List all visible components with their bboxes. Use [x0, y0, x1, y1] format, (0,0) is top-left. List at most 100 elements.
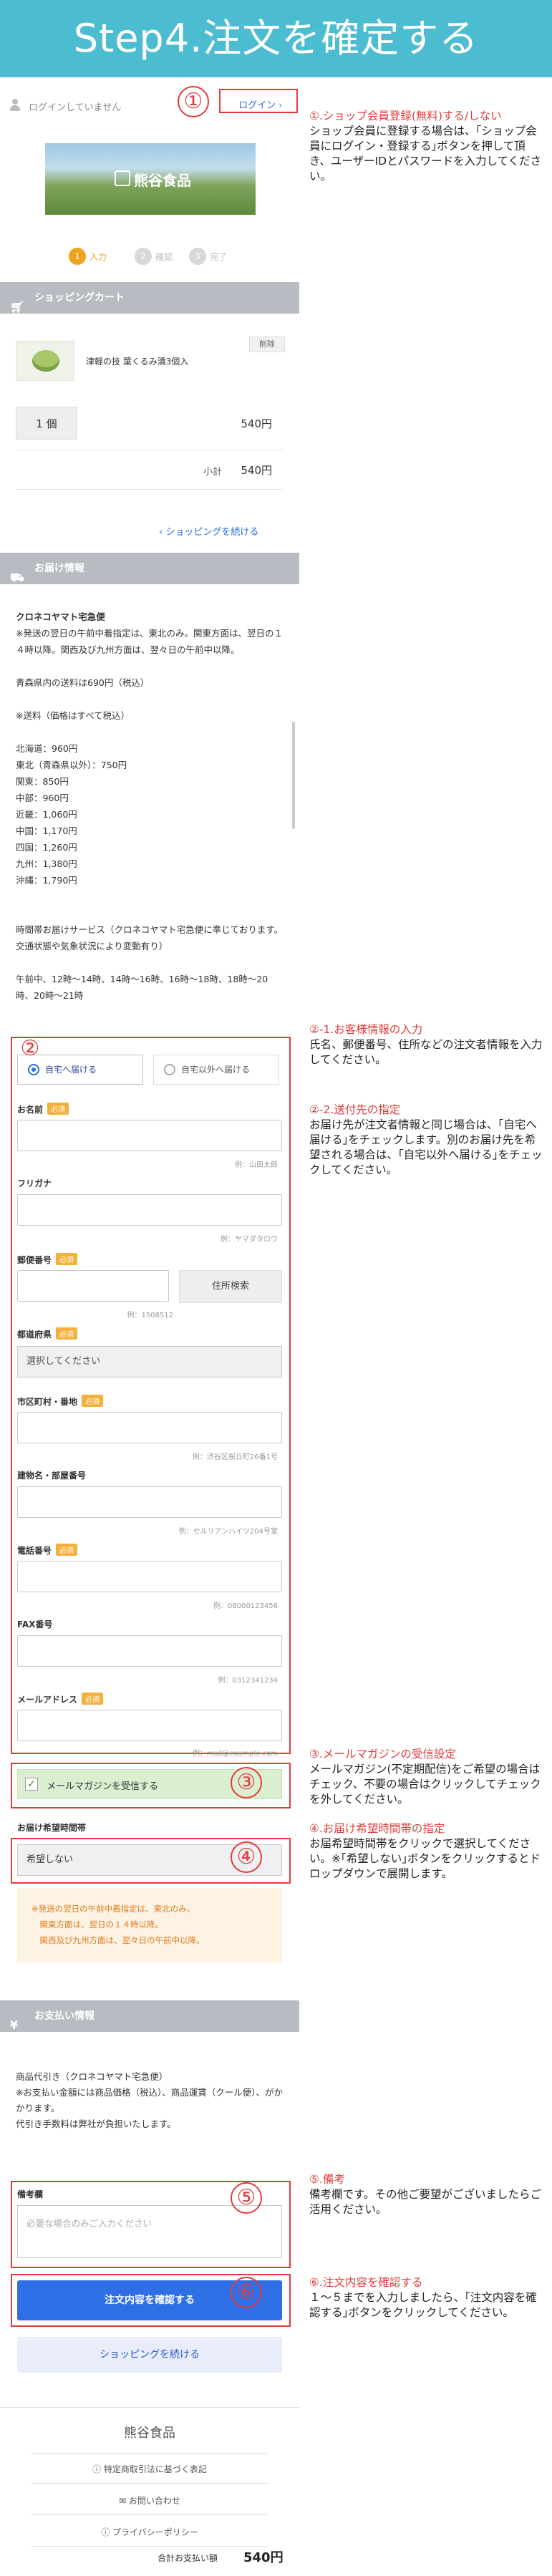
login-label: ログイン	[238, 100, 276, 111]
name-hint: 例：山田太郎	[235, 1161, 278, 1169]
address-search-button[interactable]: 住所検索	[179, 1270, 282, 1303]
city-label: 市区町村・番地 必須	[17, 1395, 104, 1408]
step-label: 完了	[210, 251, 228, 262]
radio-home[interactable]: 自宅へ届ける	[17, 1055, 143, 1085]
magazine-checkbox-row[interactable]: ✓ メールマガジンを受信する	[17, 1769, 282, 1799]
continue-shopping-button[interactable]: ショッピングを続ける	[17, 2337, 282, 2373]
footer-shop-name: 熊谷食品	[124, 2426, 175, 2441]
email-input[interactable]	[17, 1710, 282, 1741]
cart-item: 津軽の技 葉くるみ漬3個入 削除	[0, 328, 299, 385]
note-title: ④.お届け希望時間帯の指定	[309, 1822, 445, 1835]
kana-label: フリガナ	[17, 1178, 52, 1188]
check-icon[interactable]: ✓	[25, 1778, 38, 1791]
zip-label-text: 郵便番号	[17, 1255, 52, 1265]
step-label: 確認	[155, 251, 173, 262]
cart-icon: 🛒︎	[10, 300, 25, 314]
required-badge: 必須	[56, 1327, 78, 1340]
delivery-notice: ※発送の翌日の午前中着指定は、東北のみ。 関東方面は、翌日の１４時以降。 関西及…	[17, 1888, 282, 1962]
quantity-selector[interactable]: 1 個	[16, 407, 77, 440]
note-title: ⑥.注文内容を確認する	[309, 2276, 423, 2289]
note-6: ⑥.注文内容を確認する １〜５までを入力しましたら、｢注文内容を確認する｣ボタンを…	[309, 2275, 546, 2320]
continue-shopping-link[interactable]: ‹ ショッピングを続ける	[159, 524, 258, 538]
note-5: ⑤.備考 備考欄です。その他ご要望がございましたらご活用ください。	[309, 2172, 546, 2217]
shipping-heading: ⛟ お届け情報	[0, 553, 299, 584]
divider	[16, 489, 284, 490]
email-label-text: メールアドレス	[17, 1695, 78, 1705]
login-status: ログインしていません	[29, 102, 122, 113]
required-badge: 必須	[56, 1544, 78, 1556]
divider	[32, 2453, 268, 2454]
yen-icon: ¥	[10, 2018, 19, 2032]
zip-input[interactable]	[17, 1270, 169, 1302]
pref-label-text: 都道府県	[17, 1330, 52, 1340]
step-label: 入力	[89, 251, 107, 262]
total-value: 540円	[243, 2550, 284, 2565]
footer-link-label: プライバシーポリシー	[112, 2527, 198, 2537]
note-title: ②-2.送付先の指定	[309, 1103, 401, 1116]
tel-input[interactable]	[17, 1561, 282, 1592]
city-input[interactable]	[17, 1412, 282, 1443]
divider	[32, 2546, 268, 2547]
note-body: １〜５までを入力しましたら、｢注文内容を確認する｣ボタンをクリックしてください。	[309, 2291, 537, 2319]
shipping-info: クロネコヤマト宅急便 ※発送の翌日の午前中着指定は、東北のみ。関東方面は、翌日の…	[16, 609, 285, 1004]
delete-button[interactable]: 削除	[249, 336, 285, 352]
item-price: 540円	[241, 417, 272, 430]
truck-icon: ⛟	[10, 571, 25, 584]
item-name[interactable]: 津軽の技 葉くるみ漬3個入	[86, 355, 188, 367]
shipping-details: ※発送の翌日の午前中着指定は、東北のみ。関東方面は、翌日の１４時以降。関西及び九…	[16, 628, 284, 1001]
radio-dot-icon	[164, 1064, 175, 1075]
prefecture-select[interactable]: 選択してください	[17, 1346, 282, 1377]
kana-hint: 例：ヤマダタロウ	[221, 1236, 278, 1244]
footer-link-privacy[interactable]: ⓘ プライバシーポリシー	[32, 2526, 268, 2538]
login-row: ログインしていません ログイン ›	[0, 89, 299, 122]
cart-heading-text: ショッピングカート	[34, 292, 125, 304]
city-hint: 例：渋谷区桜丘町26番1号	[192, 1453, 278, 1461]
note-title: ③.メールマガジンの受信設定	[309, 1748, 456, 1761]
kana-input[interactable]	[17, 1194, 282, 1226]
note-title: ②-1.お客様情報の入力	[309, 1023, 423, 1036]
delivery-time-label: お届け希望時間帯	[17, 1823, 87, 1833]
name-input[interactable]	[17, 1120, 282, 1151]
divider	[32, 2514, 268, 2515]
divider	[32, 2483, 268, 2484]
footer-link-contact[interactable]: ✉ お問い合わせ	[32, 2494, 268, 2507]
note-body: ショップ会員に登録する場合は、｢ショップ会員にログイン・登録する｣ボタンを押して…	[309, 125, 542, 183]
continue-link-label: ショッピングを続ける	[165, 527, 259, 538]
building-input[interactable]	[17, 1486, 282, 1518]
shop-logo[interactable]: 熊谷食品	[45, 143, 256, 215]
zip-label: 郵便番号 必須	[17, 1253, 78, 1266]
delivery-time-select[interactable]: 希望しない	[17, 1844, 282, 1876]
shipping-heading-text: お届け情報	[34, 563, 84, 574]
chevron-left-icon: ‹	[159, 527, 166, 538]
fax-input[interactable]	[17, 1635, 282, 1667]
step-number: 1	[69, 248, 86, 265]
radio-other[interactable]: 自宅以外へ届ける	[153, 1055, 279, 1085]
step-banner: Step4.注文を確定する	[0, 0, 552, 77]
footer-link-label: 特定商取引法に基づく表記	[103, 2464, 207, 2474]
email-label: メールアドレス 必須	[17, 1693, 104, 1705]
info-icon: ⓘ	[92, 2464, 104, 2474]
login-button[interactable]: ログイン ›	[218, 94, 292, 117]
radio-home-label: 自宅へ届ける	[45, 1065, 97, 1075]
step-complete: 3 完了	[189, 248, 227, 266]
note-body: お届け先が注文者情報と同じ場合は、｢自宅へ届ける｣をチェックします。別のお届け先…	[309, 1118, 543, 1176]
carrier-name: クロネコヤマト宅急便	[16, 611, 105, 622]
note-1: ①.ショップ会員登録(無料)する/しない ショップ会員に登録する場合は、｢ショップ…	[309, 109, 546, 184]
required-badge: 必須	[47, 1103, 69, 1115]
note-4: ④.お届け希望時間帯の指定お届希望時間帯をクリックで選択してください。※｢希望し…	[309, 1821, 546, 1882]
payment-info: 商品代引き（クロネコヤマト宅急便） ※お支払い金額には商品価格（税込）、商品運賃…	[16, 2071, 283, 2129]
payment-heading: ¥ お支払い情報	[0, 2000, 299, 2032]
confirm-order-button[interactable]: 注文内容を確認する	[17, 2280, 282, 2320]
scrollbar[interactable]	[292, 722, 295, 829]
zip-hint: 例：1508512	[127, 1312, 173, 1320]
note-2-2: ②-2.送付先の指定お届け先が注文者情報と同じ場合は、｢自宅へ届ける｣をチェック…	[309, 1103, 546, 1178]
subtotal-label: 小計	[203, 467, 223, 478]
footer-link-tokusho[interactable]: ⓘ 特定商取引法に基づく表記	[32, 2463, 268, 2475]
item-thumbnail[interactable]	[16, 341, 74, 381]
pref-label: 都道府県 必須	[17, 1327, 78, 1340]
magazine-label: メールマガジンを受信する	[47, 1781, 159, 1792]
remarks-textarea[interactable]: 必要な場合のみご入力ください	[17, 2205, 282, 2258]
note-body: お届希望時間帯をクリックで選択してください。※｢希望しない｣ボタンをクリックする…	[309, 1837, 541, 1880]
note-body: メールマガジン(不定期配信)をご希望の場合はチェック、不要の場合はクリックしてチ…	[309, 1763, 541, 1806]
note-body: 備考欄です。その他ご要望がございましたらご活用ください。	[309, 2188, 541, 2216]
